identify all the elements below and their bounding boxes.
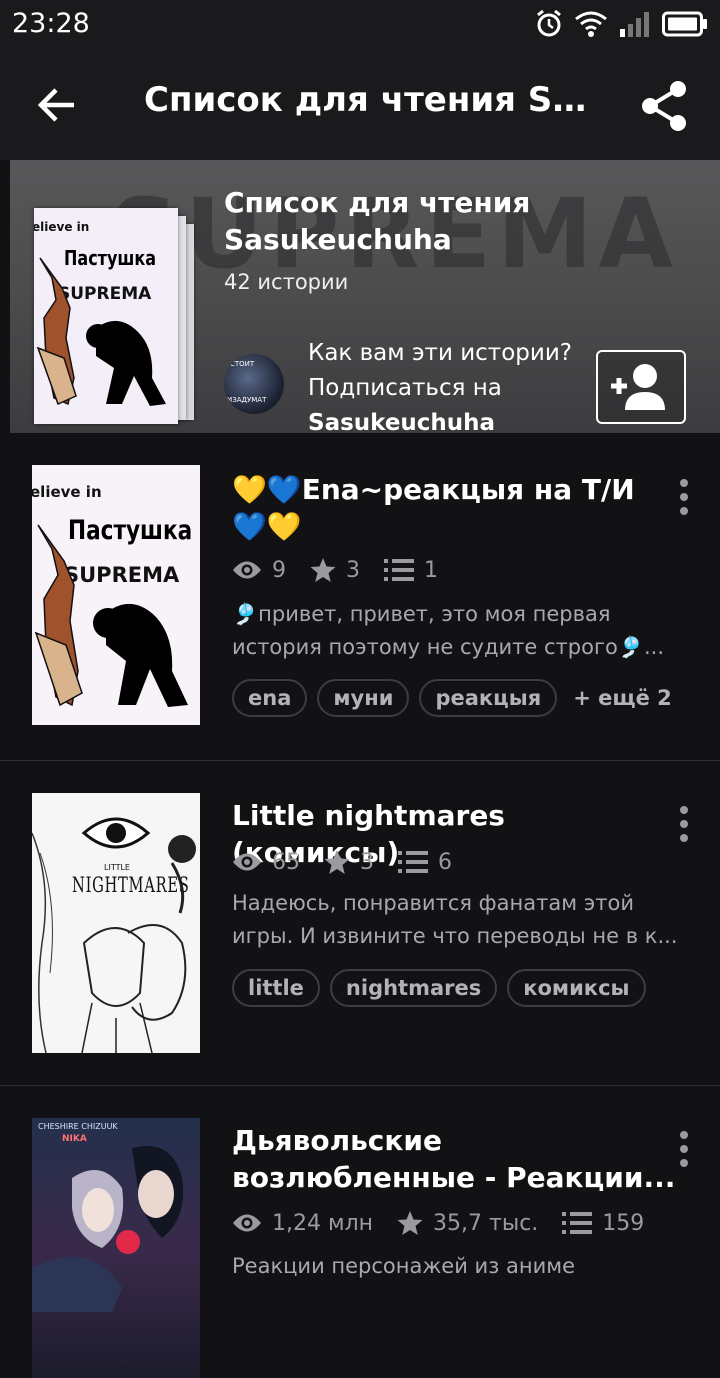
star-icon	[397, 1211, 423, 1235]
story-cover[interactable]: CHESHIRE CHIZUUK NIKA	[32, 1118, 200, 1378]
story-title[interactable]: Дьявольские возлюбленные - Реакции...	[232, 1122, 676, 1196]
add-user-icon	[611, 364, 665, 410]
eye-icon	[233, 1214, 261, 1232]
list-icon	[562, 1212, 593, 1234]
tag-chip[interactable]: комиксы	[507, 969, 646, 1007]
back-arrow-icon[interactable]	[34, 82, 80, 128]
votes-count: 35,7 тыс.	[433, 1210, 539, 1236]
cover-caption: LITTLE	[104, 863, 130, 872]
votes-stat: 3	[310, 557, 360, 583]
cover-illustration	[36, 257, 166, 406]
story-title-line2: 💙💛	[232, 510, 302, 543]
eye-icon	[233, 561, 261, 579]
description-line: 🎐привет, привет, это моя первая	[232, 602, 611, 626]
avatar-text-top: СТОИТ	[230, 360, 255, 368]
follow-prefix: Подписаться на	[308, 375, 502, 401]
cover-illustration	[32, 817, 196, 1053]
reading-list-header: SUPREMA elieve in Пастушка SUPREMA Списо…	[10, 160, 720, 433]
cover-illustration	[34, 524, 188, 707]
star-icon	[324, 850, 350, 874]
avatar-text-bottom: ИЗАДУМАТ	[227, 396, 267, 404]
views-count: 65	[272, 849, 300, 875]
story-stats: 9 3 1	[232, 557, 462, 583]
story-title-line1: 💛💙Ena~реакцыя на Т/И	[232, 473, 635, 506]
app-bar: Список для чтения Sa...	[0, 50, 720, 160]
follow-question: Как вам эти истории?	[308, 340, 572, 366]
cover-title: NIGHTMARES	[72, 873, 190, 897]
reading-list-cover-stack[interactable]: elieve in Пастушка SUPREMA	[34, 208, 194, 424]
story-row[interactable]: CHESHIRE CHIZUUK NIKA Дьявольские возлюб…	[0, 1086, 720, 1378]
list-icon	[398, 851, 428, 873]
story-tags: little nightmares комиксы	[232, 969, 646, 1007]
more-options-icon[interactable]	[672, 804, 696, 844]
story-count: 42 истории	[224, 270, 349, 294]
battery-icon	[662, 11, 707, 37]
signal-icon	[620, 12, 649, 37]
more-options-icon[interactable]	[672, 477, 696, 517]
page-title: Список для чтения Sa...	[144, 80, 594, 120]
parts-stat: 159	[562, 1211, 644, 1236]
status-bar: 23:28	[0, 0, 720, 50]
parts-count: 6	[438, 849, 452, 875]
story-description: 🎐привет, привет, это моя первая история …	[232, 598, 686, 664]
more-tags-link[interactable]: + ещё 2	[573, 686, 672, 710]
votes-count: 3	[346, 557, 360, 583]
follow-button[interactable]	[596, 350, 686, 424]
avatar[interactable]: СТОИТ ИЗАДУМАТ	[224, 354, 284, 414]
views-stat: 65	[232, 850, 300, 875]
description-line: история поэтому не судите строго🎐...	[232, 635, 664, 659]
parts-stat: 6	[398, 850, 452, 875]
parts-count: 1	[424, 557, 438, 583]
description-line: Реакции персонажей из аниме	[232, 1254, 576, 1278]
votes-stat: 3	[324, 849, 374, 875]
tag-chip[interactable]: муни	[317, 679, 410, 717]
story-cover[interactable]: elieve in Пастушка SUPREMA	[32, 465, 200, 725]
story-tags: ena муни реакцыя + ещё 2	[232, 679, 672, 717]
follow-prompt: Как вам эти истории? Подписаться на Sasu…	[308, 336, 608, 433]
story-title-line1: Дьявольские	[232, 1124, 442, 1157]
reading-list-title: Список для чтения Sasukeuchuha	[224, 186, 531, 256]
story-row[interactable]: LITTLE NIGHTMARES Little nightmares (ком…	[0, 761, 720, 1086]
reading-list-cover: elieve in Пастушка SUPREMA	[34, 208, 178, 424]
story-description: Надеюсь, понравится фанатам этой игры. И…	[232, 887, 686, 953]
views-stat: 1,24 млн	[232, 1211, 373, 1236]
views-count: 1,24 млн	[272, 1210, 374, 1236]
parts-count: 159	[602, 1210, 645, 1236]
tag-chip[interactable]: реакцыя	[419, 679, 558, 717]
eye-icon	[233, 853, 261, 871]
story-title-line2: возлюбленные - Реакции...	[232, 1161, 676, 1194]
views-stat: 9	[232, 558, 286, 583]
story-row[interactable]: elieve in Пастушка SUPREMA 💛💙Ena~реакцыя…	[0, 433, 720, 761]
views-count: 9	[272, 557, 286, 583]
status-time: 23:28	[12, 8, 90, 39]
story-cover[interactable]: LITTLE NIGHTMARES	[32, 793, 200, 1053]
cover-illustration	[32, 1146, 184, 1312]
story-stats: 1,24 млн 35,7 тыс. 159	[232, 1210, 668, 1236]
story-description: Реакции персонажей из аниме	[232, 1250, 686, 1283]
more-options-icon[interactable]	[672, 1129, 696, 1169]
parts-stat: 1	[384, 558, 438, 583]
story-title[interactable]: 💛💙Ena~реакцыя на Т/И 💙💛	[232, 471, 652, 545]
alarm-icon	[537, 9, 561, 37]
username-link[interactable]: Sasukeuchuha	[308, 406, 608, 433]
tag-chip[interactable]: nightmares	[329, 969, 498, 1007]
tag-chip[interactable]: little	[232, 969, 320, 1007]
share-icon[interactable]	[636, 78, 692, 134]
tag-chip[interactable]: ena	[232, 679, 308, 717]
description-line: игры. И извините что переводы не в к...	[232, 924, 678, 948]
list-icon	[384, 559, 414, 581]
votes-stat: 35,7 тыс.	[397, 1210, 538, 1236]
story-stats: 65 3 6	[232, 849, 476, 875]
description-line: Надеюсь, понравится фанатам этой	[232, 891, 634, 915]
votes-count: 3	[360, 849, 374, 875]
wifi-icon	[575, 11, 607, 37]
star-icon	[310, 558, 336, 582]
status-icons	[534, 9, 708, 39]
